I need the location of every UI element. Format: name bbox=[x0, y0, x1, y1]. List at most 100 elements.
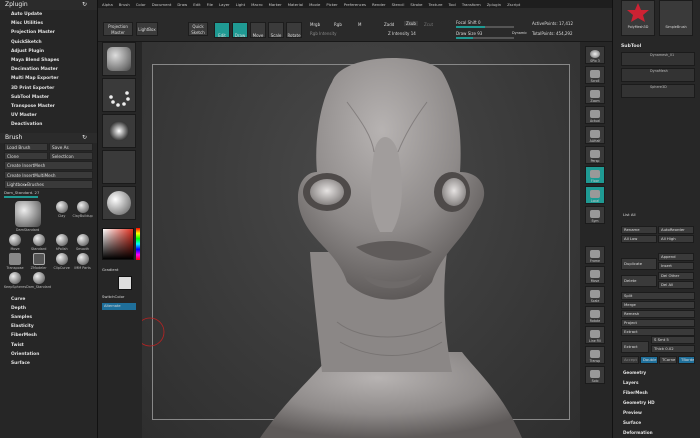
menu-item[interactable]: Draw bbox=[177, 2, 187, 7]
symmetry-button[interactable]: Sym bbox=[585, 206, 605, 224]
zcut-toggle[interactable]: Zcut bbox=[424, 22, 433, 27]
zplugin-item[interactable]: Auto Update bbox=[0, 10, 97, 19]
preview-palette[interactable]: Preview bbox=[623, 410, 642, 415]
subtool-item[interactable]: Dynamesh_01 bbox=[621, 52, 695, 66]
move-button[interactable]: Move bbox=[250, 22, 266, 38]
mrgb-toggle[interactable]: Mrgb bbox=[310, 22, 320, 27]
edit-button[interactable]: Edit bbox=[214, 22, 230, 38]
bpr-button[interactable]: SPix 3 bbox=[585, 46, 605, 64]
menu-item[interactable]: Zplugin bbox=[487, 2, 501, 7]
list-all-button[interactable]: List All bbox=[621, 212, 657, 220]
hue-strip[interactable] bbox=[136, 228, 140, 260]
zplugin-item[interactable]: UV Master bbox=[0, 111, 97, 120]
menu-item[interactable]: Color bbox=[136, 2, 146, 7]
stroke-swatch[interactable] bbox=[102, 78, 136, 112]
brush-item[interactable]: Clay bbox=[51, 200, 72, 232]
material-swatch[interactable] bbox=[102, 186, 136, 220]
project-button[interactable]: Project bbox=[621, 319, 695, 327]
floor-button[interactable]: Floor bbox=[585, 166, 605, 184]
menu-item[interactable]: Stencil bbox=[392, 2, 405, 7]
menu-item[interactable]: Document bbox=[152, 2, 172, 7]
menu-item[interactable]: Brush bbox=[119, 2, 130, 7]
menu-item[interactable]: Tool bbox=[448, 2, 455, 7]
fibermesh-palette[interactable]: FiberMesh bbox=[623, 390, 648, 395]
extract-header[interactable]: Extract bbox=[621, 328, 695, 336]
menu-item[interactable]: Layer bbox=[219, 2, 230, 7]
lightbox-button[interactable]: LightBox bbox=[136, 22, 158, 36]
color-picker[interactable] bbox=[102, 228, 134, 260]
sub-palette-item[interactable]: Surface bbox=[0, 359, 97, 368]
duplicate-button[interactable]: Duplicate bbox=[621, 258, 657, 270]
zoom-button[interactable]: Zoom bbox=[585, 86, 605, 104]
frame-button[interactable]: Frame bbox=[585, 246, 605, 264]
brush-item[interactable]: ClipCurve bbox=[51, 252, 72, 270]
menu-item[interactable]: Material bbox=[288, 2, 303, 7]
zplugin-item[interactable]: Deactivation bbox=[0, 120, 97, 129]
rotate-button[interactable]: Rotate bbox=[286, 22, 302, 38]
transp-button[interactable]: Transp bbox=[585, 346, 605, 364]
zplugin-item[interactable]: Adjust Plugin bbox=[0, 47, 97, 56]
delete-button[interactable]: Delete bbox=[621, 275, 657, 287]
del-all-button[interactable]: Del All bbox=[658, 281, 694, 289]
remesh-button[interactable]: Remesh bbox=[621, 310, 695, 318]
select-icon-button[interactable]: SelectIcon bbox=[49, 152, 93, 161]
alternate-button[interactable]: Alternate bbox=[102, 303, 136, 310]
menu-item[interactable]: Edit bbox=[193, 2, 200, 7]
brush-header[interactable]: Brush ↻ bbox=[0, 132, 97, 143]
sub-palette-item[interactable]: Depth bbox=[0, 304, 97, 313]
menu-item[interactable]: Render bbox=[372, 2, 386, 7]
sub-palette-item[interactable]: Elasticity bbox=[0, 322, 97, 331]
double-toggle[interactable]: Double bbox=[640, 356, 658, 364]
append-button[interactable]: Append bbox=[658, 253, 694, 261]
local-button[interactable]: Local bbox=[585, 186, 605, 204]
zplugin-item[interactable]: 3D Print Exporter bbox=[0, 84, 97, 93]
merge-button[interactable]: Merge bbox=[621, 301, 695, 309]
brush-item[interactable]: Smooth bbox=[72, 233, 93, 251]
subtool-item[interactable]: Sphere3D bbox=[621, 84, 695, 98]
zplugin-item[interactable]: Misc Utilities bbox=[0, 19, 97, 28]
brush-item[interactable]: DamStandard bbox=[4, 200, 51, 232]
zplugin-item[interactable]: Multi Map Exporter bbox=[0, 74, 97, 83]
brush-item[interactable]: Dam_Standard bbox=[26, 271, 51, 289]
brush-item[interactable]: IMM Parts bbox=[72, 252, 93, 270]
menu-item[interactable]: Macro bbox=[251, 2, 263, 7]
sub-palette-item[interactable]: Samples bbox=[0, 313, 97, 322]
layers-palette[interactable]: Layers bbox=[623, 380, 639, 385]
thick-slider[interactable]: Thick 0.02 bbox=[651, 345, 695, 353]
draw-button[interactable]: Draw bbox=[232, 22, 248, 38]
menu-item[interactable]: File bbox=[207, 2, 213, 7]
zplugin-item[interactable]: Transpose Master bbox=[0, 102, 97, 111]
quick-sketch-button[interactable]: Quick Sketch bbox=[188, 22, 208, 36]
brush-swatch[interactable] bbox=[102, 42, 136, 76]
focal-shift-slider[interactable]: Focal Shift 0 bbox=[456, 20, 481, 25]
move-view-button[interactable]: Move bbox=[585, 266, 605, 284]
subtool-item[interactable]: DynaMesh bbox=[621, 68, 695, 82]
refresh-icon[interactable]: ↻ bbox=[82, 133, 87, 143]
brush-item[interactable]: ClayBuildup bbox=[72, 200, 93, 232]
menu-item[interactable]: Alpha bbox=[102, 2, 113, 7]
scale-button[interactable]: Scale bbox=[268, 22, 284, 38]
extract-button[interactable]: Extract bbox=[621, 341, 649, 353]
zplugin-item[interactable]: QuickSketch bbox=[0, 38, 97, 47]
deformation-palette[interactable]: Deformation bbox=[623, 430, 653, 435]
rgb-intensity-slider[interactable]: Rgb Intensity bbox=[310, 31, 337, 36]
menu-item[interactable]: Zscript bbox=[507, 2, 520, 7]
alpha-swatch[interactable] bbox=[102, 114, 136, 148]
save-as-button[interactable]: Save As bbox=[49, 142, 93, 152]
zplugin-item[interactable]: Decimation Master bbox=[0, 65, 97, 74]
secondary-color-swatch[interactable] bbox=[118, 276, 132, 290]
draw-size-track[interactable] bbox=[456, 37, 514, 39]
sub-palette-item[interactable]: FiberMesh bbox=[0, 331, 97, 340]
brush-item[interactable]: hPolish bbox=[51, 233, 72, 251]
aahalf-button[interactable]: AAHalf bbox=[585, 126, 605, 144]
menu-item[interactable]: Marker bbox=[269, 2, 282, 7]
dynamic-toggle[interactable]: Dynamic bbox=[512, 31, 527, 35]
z-intensity-slider[interactable]: Z Intensity 14 bbox=[388, 31, 416, 36]
switch-color-button[interactable]: SwitchColor bbox=[102, 294, 124, 299]
insert-button[interactable]: Insert bbox=[658, 262, 694, 270]
auto-reorder-button[interactable]: AutoReorder bbox=[658, 226, 694, 234]
del-other-button[interactable]: Del Other bbox=[658, 272, 694, 280]
all-low-button[interactable]: All Low bbox=[621, 235, 657, 243]
menu-item[interactable]: Texture bbox=[429, 2, 443, 7]
zplugin-item[interactable]: Projection Master bbox=[0, 28, 97, 37]
